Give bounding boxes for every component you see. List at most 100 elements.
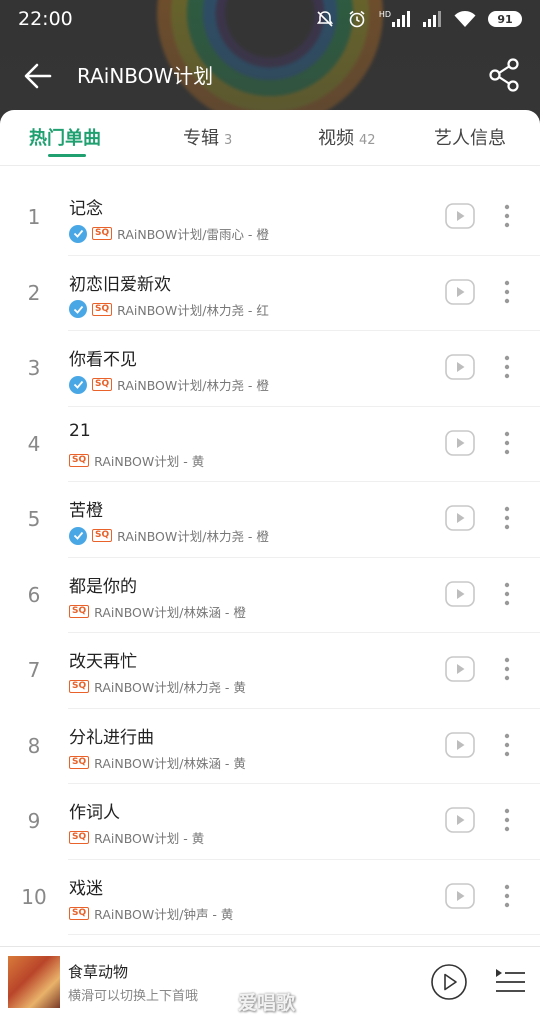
song-artist-info: RAiNBOW计划/雷雨心 - 橙 bbox=[117, 227, 269, 242]
song-row[interactable]: 3 你看不见 SQ RAiNBOW计划/林力尧 - 橙 bbox=[0, 331, 540, 407]
song-title: 改天再忙 bbox=[69, 652, 137, 672]
song-artist-info: RAiNBOW计划 - 黄 bbox=[94, 453, 205, 469]
more-options-icon[interactable] bbox=[498, 278, 516, 306]
song-row[interactable]: 8 分礼进行曲 SQ RAiNBOW计划/林姝涵 - 黄 bbox=[0, 709, 540, 785]
active-tab-indicator bbox=[48, 154, 86, 157]
play-pause-button[interactable] bbox=[430, 963, 468, 1001]
more-options-icon[interactable] bbox=[498, 655, 516, 683]
song-row[interactable]: 4 21 SQ RAiNBOW计划 - 黄 bbox=[0, 407, 540, 483]
song-artist-info: RAiNBOW计划 - 黄 bbox=[94, 831, 205, 846]
more-options-icon[interactable] bbox=[498, 202, 516, 230]
song-row[interactable]: 5 苦橙 SQ RAiNBOW计划/林力尧 - 橙 bbox=[0, 482, 540, 558]
song-row[interactable]: 6 都是你的 SQ RAiNBOW计划/林姝涵 - 橙 bbox=[0, 558, 540, 634]
song-meta: SQ RAiNBOW计划/林力尧 - 橙 bbox=[69, 375, 269, 394]
battery-indicator: 91 bbox=[488, 11, 522, 27]
verified-check-icon bbox=[69, 224, 87, 243]
play-video-icon[interactable] bbox=[445, 731, 475, 758]
more-options-icon[interactable] bbox=[498, 580, 516, 608]
song-title: 都是你的 bbox=[69, 576, 137, 597]
song-number: 5 bbox=[27, 507, 41, 531]
alarm-icon bbox=[349, 10, 365, 28]
song-meta: SQ RAiNBOW计划 - 黄 bbox=[69, 451, 204, 470]
tab-videos[interactable]: 视频 42 bbox=[318, 124, 376, 150]
status-time: 22:00 bbox=[18, 8, 73, 30]
song-number: 2 bbox=[27, 280, 41, 305]
song-meta: SQ RAiNBOW计划/雷雨心 - 橙 bbox=[69, 224, 269, 243]
more-options-icon[interactable] bbox=[498, 429, 516, 457]
song-number: 8 bbox=[27, 733, 41, 758]
song-artist-info: RAiNBOW计划/林力尧 - 黄 bbox=[94, 680, 246, 695]
song-row[interactable]: 7 改天再忙 SQ RAiNBOW计划/林力尧 - 黄 bbox=[0, 633, 540, 709]
watermark: 爱唱歌 bbox=[238, 992, 296, 1014]
more-options-icon[interactable] bbox=[498, 731, 516, 759]
sq-quality-badge: SQ bbox=[69, 680, 90, 693]
song-row[interactable]: 10 戏迷 SQ RAiNBOW计划/钟声 - 黄 bbox=[0, 860, 540, 936]
now-playing-title: 食草动物 bbox=[68, 963, 129, 981]
tab-hot-singles[interactable]: 热门单曲 bbox=[29, 124, 101, 150]
sq-quality-badge: SQ bbox=[69, 604, 90, 618]
status-bar: 22:00 HD 91 bbox=[0, 0, 540, 38]
play-video-icon[interactable] bbox=[445, 656, 475, 682]
sq-quality-badge: SQ bbox=[69, 831, 90, 844]
song-number: 4 bbox=[27, 431, 41, 456]
song-row[interactable]: 2 初恋旧爱新欢 SQ RAiNBOW计划/林力尧 - 红 bbox=[0, 256, 540, 332]
play-video-icon[interactable] bbox=[445, 882, 475, 909]
verified-check-icon bbox=[69, 375, 87, 394]
song-meta: SQ RAiNBOW计划/钟声 - 黄 bbox=[69, 904, 233, 923]
sq-quality-badge: SQ bbox=[92, 302, 113, 316]
signal-icon bbox=[423, 11, 441, 27]
mini-player[interactable]: 食草动物 横滑可以切换上下首哦 爱唱歌 bbox=[0, 946, 540, 1020]
song-title: 分礼进行曲 bbox=[69, 727, 154, 748]
page-title: RAiNBOW计划 bbox=[77, 64, 214, 88]
song-title: 作词人 bbox=[69, 803, 120, 823]
signal-hd-icon: HD bbox=[379, 11, 410, 27]
sq-quality-badge: SQ bbox=[69, 453, 90, 467]
song-meta: SQ RAiNBOW计划/林姝涵 - 橙 bbox=[69, 602, 246, 621]
play-video-icon[interactable] bbox=[445, 203, 475, 229]
more-options-icon[interactable] bbox=[498, 882, 516, 910]
song-artist-info: RAiNBOW计划/林力尧 - 橙 bbox=[117, 529, 269, 544]
song-artist-info: RAiNBOW计划/林力尧 - 橙 bbox=[117, 378, 269, 393]
play-video-icon[interactable] bbox=[445, 354, 475, 380]
more-options-icon[interactable] bbox=[498, 806, 516, 834]
song-number: 3 bbox=[27, 356, 41, 380]
sq-quality-badge: SQ bbox=[69, 906, 90, 920]
play-video-icon[interactable] bbox=[445, 505, 475, 531]
song-list: 1 记念 SQ RAiNBOW计划/雷雨心 - 橙 2 初恋旧爱新欢 SQ RA… bbox=[0, 180, 540, 935]
sq-quality-badge: SQ bbox=[69, 755, 90, 769]
now-playing-hint: 横滑可以切换上下首哦 bbox=[68, 989, 199, 1004]
tab-bar: 热门单曲 专辑 3 视频 42 艺人信息 bbox=[0, 110, 540, 166]
verified-check-icon bbox=[69, 526, 87, 545]
more-options-icon[interactable] bbox=[498, 353, 516, 381]
playlist-button[interactable] bbox=[494, 967, 526, 995]
song-title: 戏迷 bbox=[69, 878, 103, 899]
play-video-icon[interactable] bbox=[445, 429, 475, 456]
song-meta: SQ RAiNBOW计划/林姝涵 - 黄 bbox=[69, 753, 246, 772]
song-number: 1 bbox=[27, 205, 41, 229]
back-button[interactable] bbox=[20, 58, 56, 94]
play-video-icon[interactable] bbox=[445, 278, 475, 305]
share-button[interactable] bbox=[486, 56, 524, 94]
song-title: 记念 bbox=[69, 199, 103, 219]
song-artist-info: RAiNBOW计划/钟声 - 黄 bbox=[94, 906, 234, 922]
tab-albums[interactable]: 专辑 3 bbox=[183, 124, 232, 150]
wifi-icon bbox=[454, 11, 476, 27]
sq-quality-badge: SQ bbox=[92, 529, 113, 542]
song-meta: SQ RAiNBOW计划/林力尧 - 黄 bbox=[69, 677, 246, 696]
album-cover[interactable] bbox=[8, 956, 60, 1008]
song-title: 21 bbox=[69, 420, 91, 441]
song-title: 你看不见 bbox=[69, 350, 137, 370]
song-row[interactable]: 1 记念 SQ RAiNBOW计划/雷雨心 - 橙 bbox=[0, 180, 540, 256]
song-number: 10 bbox=[21, 884, 47, 909]
song-number: 7 bbox=[27, 658, 41, 682]
song-row[interactable]: 9 作词人 SQ RAiNBOW计划 - 黄 bbox=[0, 784, 540, 860]
song-meta: SQ RAiNBOW计划/林力尧 - 橙 bbox=[69, 526, 269, 545]
play-video-icon[interactable] bbox=[445, 807, 475, 833]
more-options-icon[interactable] bbox=[498, 504, 516, 532]
play-video-icon[interactable] bbox=[445, 580, 475, 607]
song-number: 9 bbox=[27, 809, 41, 833]
do-not-disturb-icon bbox=[316, 11, 333, 27]
song-title: 苦橙 bbox=[69, 501, 103, 521]
tab-artist-info[interactable]: 艺人信息 bbox=[434, 124, 506, 150]
song-artist-info: RAiNBOW计划/林姝涵 - 黄 bbox=[94, 755, 246, 771]
